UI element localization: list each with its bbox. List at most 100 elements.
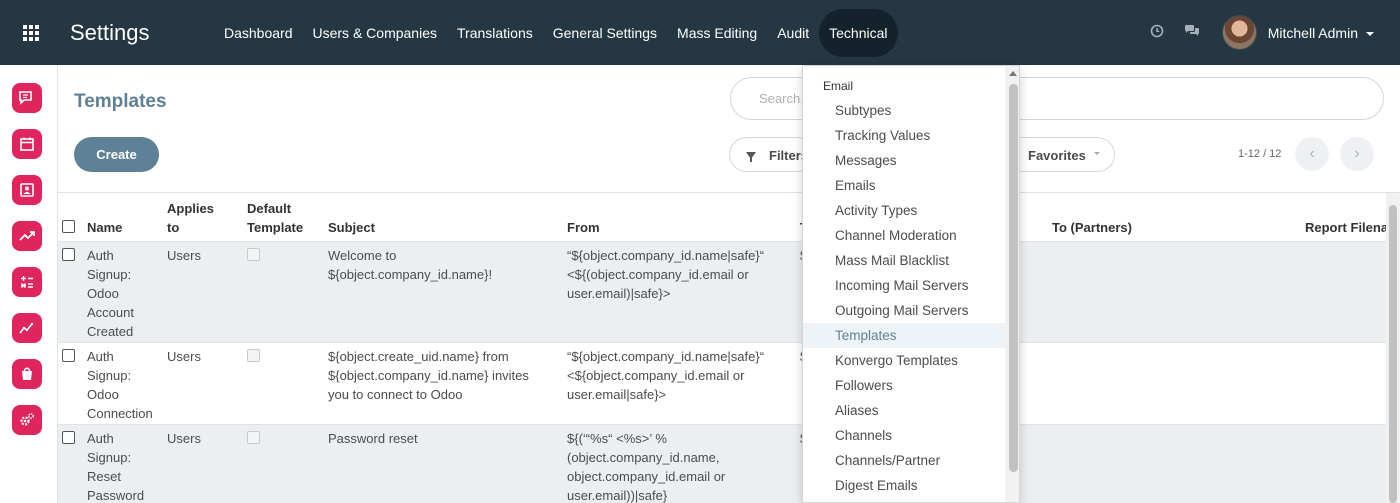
dropdown-item-outgoing-mail-servers[interactable]: Outgoing Mail Servers [803,298,1005,323]
from-line: “${object.company_id.name|safe}“ [567,248,765,263]
menu-general-settings[interactable]: General Settings [543,9,667,57]
subject-line: ${object.create_uid.name} from [328,349,509,364]
cell-applies-to: Users [167,349,201,364]
templates-list: Name Applies to Default Template Subject F… [58,193,1386,503]
menu-technical[interactable]: Technical [819,8,898,57]
table-row[interactable]: Auth Signup: Odoo Connection Users ${obj… [58,342,1386,424]
dropdown-item-messages[interactable]: Messages [803,148,1005,173]
select-all-checkbox[interactable] [62,220,75,233]
dropdown-item-aliases[interactable]: Aliases [803,398,1005,423]
name-line: Auth [87,431,114,446]
list-scrollbar-thumb[interactable] [1389,205,1397,503]
name-line: Odoo [87,387,119,402]
cell-name: Auth Signup: Odoo Account Created [87,246,134,341]
dropdown-item-digest-emails[interactable]: Digest Emails [803,473,1005,498]
dropdown-item-activity-types[interactable]: Activity Types [803,198,1005,223]
dropdown-item-channels-partner[interactable]: Channels/Partner [803,448,1005,473]
app-sidebar [0,65,58,503]
menu-translations[interactable]: Translations [447,9,543,57]
pager-value[interactable]: 1-12 / 12 [1238,148,1281,160]
dashboards-icon[interactable] [12,313,42,343]
user-menu[interactable]: Mitchell Admin [1268,25,1374,41]
favorites-button[interactable]: Favorites [1008,137,1115,172]
dropdown-scrollbar[interactable] [1005,66,1019,502]
apps-menu-button[interactable] [0,0,62,65]
cell-name: Auth Signup: Reset Password [87,429,144,503]
cell-subject: Welcome to ${object.company_id.name}! [328,246,492,284]
dropdown-item-channels[interactable]: Channels [803,423,1005,448]
page-title: Templates [74,91,167,112]
header-from[interactable]: From [567,218,600,237]
user-avatar[interactable] [1221,15,1257,50]
pager-next-button[interactable]: › [1340,137,1374,171]
menu-audit[interactable]: Audit [767,9,819,57]
cell-from: “${object.company_id.name|safe}“ <${(obj… [567,246,764,303]
name-line: Signup: [87,450,132,465]
row-checkbox[interactable] [62,248,75,261]
scroll-up-arrow-icon[interactable] [1009,71,1017,76]
header-default-line2: Template [247,220,304,235]
settings-icon[interactable] [12,405,42,435]
cell-subject: ${object.create_uid.name} from ${object.… [328,347,529,404]
calendar-icon[interactable] [12,129,42,159]
discuss-icon[interactable] [12,83,42,113]
dropdown-item-emails[interactable]: Emails [803,173,1005,198]
header-report-filename[interactable]: Report Filena [1305,218,1386,237]
dropdown-item-followers[interactable]: Followers [803,373,1005,398]
apps-grid-icon [23,24,39,41]
subject-line: Welcome to [328,248,397,263]
name-line: Connection [87,406,153,421]
crm-icon[interactable] [12,221,42,251]
cell-name: Auth Signup: Odoo Connection [87,347,153,423]
name-line: Created [87,324,134,339]
table-row[interactable]: Auth Signup: Odoo Account Created Users … [58,241,1386,342]
subject-line: Password reset [328,431,418,446]
dropdown-item-konvergo-templates[interactable]: Konvergo Templates [803,348,1005,373]
dropdown-scrollbar-thumb[interactable] [1009,84,1018,472]
row-checkbox[interactable] [62,431,75,444]
top-navbar: Settings Dashboard Users & Companies Tra… [0,0,1400,65]
dropdown-item-subtypes[interactable]: Subtypes [803,98,1005,123]
from-line: user.email)|safe}> [567,286,671,301]
dropdown-item-tracking-values[interactable]: Tracking Values [803,123,1005,148]
create-button[interactable]: Create [74,137,159,172]
row-checkbox[interactable] [62,349,75,362]
dropdown-item-channel-moderation[interactable]: Channel Moderation [803,223,1005,248]
name-line: Auth [87,248,114,263]
app-brand[interactable]: Settings [70,20,214,46]
dropdown-section-header: Email [823,79,854,93]
header-to-partners[interactable]: To (Partners) [1052,218,1132,237]
invoicing-icon[interactable] [12,267,42,297]
clock-icon[interactable] [1140,24,1175,42]
table-row[interactable]: Auth Signup: Reset Password Users Passwo… [58,424,1386,503]
header-default-template[interactable]: Default Template [247,199,303,237]
header-applies-to[interactable]: Applies to [167,199,214,237]
from-line: “${object.company_id.name|safe}“ [567,349,765,364]
dropdown-item-mass-mail-blacklist[interactable]: Mass Mail Blacklist [803,248,1005,273]
menu-dashboard[interactable]: Dashboard [214,9,303,57]
from-line: ${(‘“%s“ <%s>’ % [567,431,667,446]
cell-applies-to: Users [167,248,201,263]
from-line: user.email|safe}> [567,387,667,402]
menu-users-companies[interactable]: Users & Companies [303,9,448,57]
chat-icon[interactable] [1175,24,1210,42]
contacts-icon[interactable] [12,175,42,205]
from-line: user.email))|safe} [567,488,668,503]
from-line: <${(object.company_id.email or [567,267,749,282]
subject-line: ${object.company_id.name} invites [328,368,529,383]
dropdown-item-incoming-mail-servers[interactable]: Incoming Mail Servers [803,273,1005,298]
header-applies-line1: Applies [167,201,214,216]
dropdown-item-templates[interactable]: Templates [803,323,1005,348]
name-line: Odoo [87,286,119,301]
header-name[interactable]: Name [87,218,122,237]
header-subject[interactable]: Subject [328,218,375,237]
pager-previous-button[interactable]: ‹ [1295,137,1329,171]
list-scrollbar[interactable] [1386,193,1400,503]
name-line: Signup: [87,267,132,282]
name-line: Password [87,488,145,503]
top-menu: Dashboard Users & Companies Translations… [214,0,898,65]
menu-mass-editing[interactable]: Mass Editing [667,9,767,57]
sales-icon[interactable] [12,359,42,389]
chevron-right-icon: › [1354,145,1360,162]
default-template-checkbox [247,248,260,261]
